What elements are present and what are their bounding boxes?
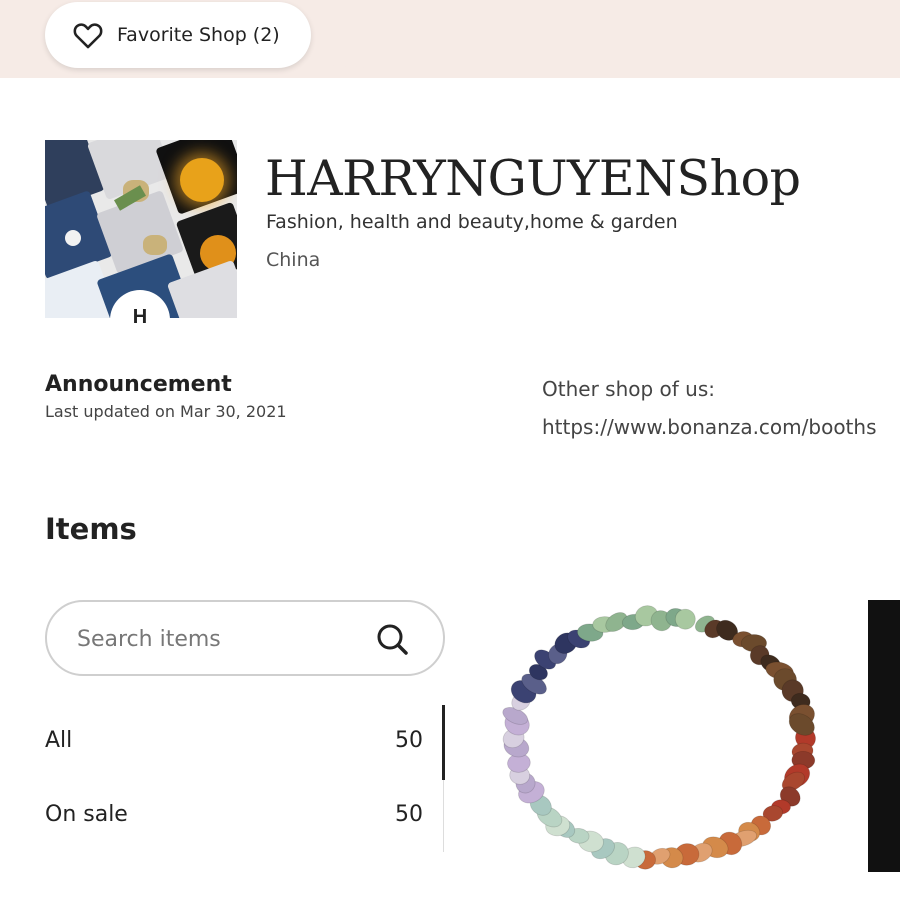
favorite-shop-label: Favorite Shop (2) [117,24,280,46]
shop-location: China [266,249,320,271]
filter-count: 50 [395,802,423,827]
announcement-text-line-1: Other shop of us: [542,377,715,401]
active-filter-indicator [442,705,445,780]
items-heading: Items [45,512,137,546]
product-card-bracelet[interactable] [495,600,840,872]
product-card-next[interactable] [868,600,900,872]
announcement-updated: Last updated on Mar 30, 2021 [45,402,287,421]
announcement-title: Announcement [45,372,232,397]
heart-icon [71,18,105,52]
filter-label: On sale [45,802,128,827]
search-icon[interactable] [373,620,413,660]
product-image-bracelet [495,600,840,872]
filter-indicator-track [443,780,444,852]
announcement-link[interactable]: https://www.bonanza.com/booths [542,415,877,439]
avatar-letter: H [133,306,147,329]
favorite-shop-button[interactable]: Favorite Shop (2) [45,2,311,68]
filter-on-sale[interactable]: On sale 50 [45,802,423,842]
filter-count: 50 [395,728,423,753]
search-items-box [45,600,445,676]
shop-name: HARRYNGUYENShop [265,150,801,207]
filter-all[interactable]: All 50 [45,728,423,768]
filter-label: All [45,728,72,753]
shop-tagline: Fashion, health and beauty,home & garden [266,211,678,233]
search-input[interactable] [75,620,379,658]
